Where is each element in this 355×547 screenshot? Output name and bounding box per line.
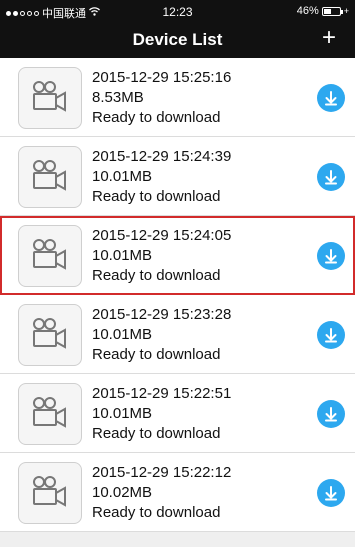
file-info: 2015-12-29 15:22:51 10.01MB Ready to downl… [92, 384, 231, 444]
file-status: Ready to download [92, 188, 221, 205]
video-camera-icon [30, 158, 70, 197]
video-camera-icon [30, 79, 70, 118]
status-bar: 中国联通 12:23 46% + [0, 0, 355, 22]
list-item[interactable]: 2015-12-29 15:24:39 10.01MB Ready to downl… [0, 137, 355, 216]
title-row: Device List + [0, 22, 355, 58]
download-arrow-icon [323, 169, 339, 185]
download-button[interactable] [317, 479, 345, 507]
download-arrow-icon [323, 90, 339, 106]
list-item[interactable]: 2015-12-29 15:25:16 8.53MB Ready to downlo… [0, 58, 355, 137]
file-datetime: 2015-12-29 15:24:05 [92, 227, 232, 244]
file-info: 2015-12-29 15:23:28 10.01MB Ready to downl… [92, 305, 231, 365]
file-datetime: 2015-12-29 15:22:12 [92, 464, 232, 481]
video-thumbnail [18, 146, 82, 208]
file-status: Ready to download [92, 346, 221, 363]
list-item[interactable]: 2015-12-29 15:24:05 10.01MB Ready to downl… [0, 216, 355, 295]
video-thumbnail [18, 383, 82, 445]
download-arrow-icon [323, 248, 339, 264]
download-arrow-icon [323, 327, 339, 343]
file-datetime: 2015-12-29 15:25:16 [92, 69, 232, 86]
list-item[interactable]: 2015-12-29 15:22:12 10.02MB Ready to downl… [0, 453, 355, 532]
download-button[interactable] [317, 321, 345, 349]
file-size: 10.01MB [92, 247, 153, 264]
file-size: 10.01MB [92, 168, 153, 185]
file-status: Ready to download [92, 267, 221, 284]
battery-level [323, 8, 331, 14]
video-camera-icon [30, 395, 70, 434]
video-camera-icon [30, 237, 70, 276]
file-datetime: 2015-12-29 15:22:51 [92, 385, 232, 402]
file-info: 2015-12-29 15:24:39 10.01MB Ready to downl… [92, 147, 231, 207]
video-thumbnail [18, 225, 82, 287]
download-button[interactable] [317, 400, 345, 428]
file-size: 10.01MB [92, 405, 153, 422]
add-device-button[interactable]: + [315, 24, 343, 52]
battery-percent: 46% [296, 5, 319, 17]
file-size: 8.53MB [92, 89, 144, 106]
file-size: 10.02MB [92, 484, 153, 501]
bottom-strip [0, 532, 355, 547]
file-size: 10.01MB [92, 326, 153, 343]
page-title: Device List [132, 30, 223, 49]
charging-icon: + [343, 6, 349, 16]
status-right: 46% + [297, 5, 349, 17]
video-thumbnail [18, 462, 82, 524]
download-arrow-icon [323, 485, 339, 501]
video-thumbnail [18, 304, 82, 366]
video-camera-icon [30, 316, 70, 355]
file-info: 2015-12-29 15:25:16 8.53MB Ready to downlo… [92, 68, 231, 128]
video-thumbnail [18, 67, 82, 129]
file-datetime: 2015-12-29 15:23:28 [92, 306, 232, 323]
header-bar: 中国联通 12:23 46% + Device List + [0, 0, 355, 58]
list-item[interactable]: 2015-12-29 15:22:51 10.01MB Ready to downl… [0, 374, 355, 453]
file-status: Ready to download [92, 425, 221, 442]
download-arrow-icon [323, 406, 339, 422]
file-info: 2015-12-29 15:24:05 10.01MB Ready to downl… [92, 226, 231, 286]
download-button[interactable] [317, 163, 345, 191]
video-camera-icon [30, 474, 70, 513]
file-status: Ready to download [92, 109, 221, 126]
battery-icon [321, 6, 343, 16]
file-info: 2015-12-29 15:22:12 10.02MB Ready to downl… [92, 463, 231, 523]
device-file-list: 2015-12-29 15:25:16 8.53MB Ready to downlo… [0, 58, 355, 532]
file-datetime: 2015-12-29 15:24:39 [92, 148, 232, 165]
download-button[interactable] [317, 84, 345, 112]
list-item[interactable]: 2015-12-29 15:23:28 10.01MB Ready to downl… [0, 295, 355, 374]
file-status: Ready to download [92, 504, 221, 521]
download-button[interactable] [317, 242, 345, 270]
